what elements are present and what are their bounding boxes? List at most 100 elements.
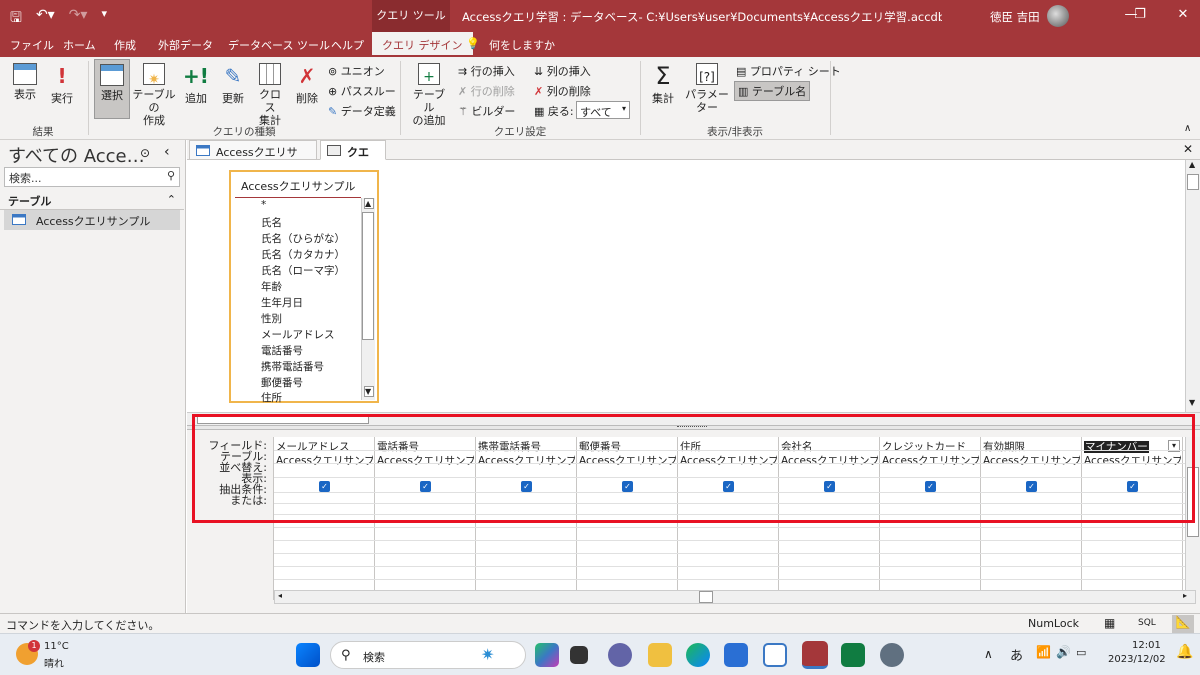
close-document-icon[interactable]: ✕: [1183, 142, 1193, 156]
totals-button[interactable]: Σ 集計: [648, 63, 678, 105]
weather-temp[interactable]: 11°C: [44, 641, 69, 652]
make-table-button[interactable]: ✷ テーブルの 作成: [132, 63, 176, 127]
scroll-up-icon[interactable]: ▲: [364, 198, 374, 209]
copilot-icon[interactable]: [535, 643, 559, 667]
field-list-scrollbar[interactable]: ▲ ▼: [361, 198, 375, 400]
notepad-icon[interactable]: [763, 643, 787, 667]
avatar[interactable]: [1047, 5, 1069, 27]
file-explorer-icon[interactable]: [648, 643, 672, 667]
settings-gear-icon[interactable]: [880, 643, 904, 667]
undo-icon[interactable]: ↶▾: [36, 7, 55, 31]
field-list-item[interactable]: 氏名: [261, 215, 282, 230]
field-list-item[interactable]: *: [261, 199, 266, 211]
collapse-nav-icon[interactable]: ‹: [164, 144, 170, 160]
field-list-window[interactable]: Accessクエリサンプル * 氏名 氏名（ひらがな） 氏名（カタカナ） 氏名（…: [229, 170, 379, 405]
scroll-left-icon[interactable]: ◂: [278, 591, 282, 600]
scroll-thumb[interactable]: [362, 212, 374, 340]
clock-time[interactable]: 12:01: [1132, 640, 1161, 651]
scroll-down-icon[interactable]: ▼: [1189, 398, 1195, 407]
append-button[interactable]: +! 追加: [182, 63, 210, 105]
chevron-up-icon[interactable]: ∧: [984, 647, 993, 661]
excel-app-icon[interactable]: [841, 643, 865, 667]
delete-query-button[interactable]: ✗ 削除: [292, 63, 322, 105]
wifi-icon[interactable]: 📶: [1036, 645, 1051, 659]
field-list-item[interactable]: 氏名（ローマ字）: [261, 263, 345, 278]
nav-item-table[interactable]: Accessクエリサンプル: [4, 210, 180, 230]
store-icon[interactable]: [724, 643, 748, 667]
field-list-item[interactable]: 氏名（カタカナ）: [261, 247, 345, 262]
volume-icon[interactable]: 🔊: [1056, 645, 1071, 659]
insert-rows-button[interactable]: ⇉ 行の挿入: [458, 63, 515, 79]
taskbar-search-box[interactable]: ⚲ 検索 ✷: [330, 641, 526, 669]
tab-table-sample[interactable]: Accessクエリサンプル: [189, 140, 317, 175]
delete-columns-button[interactable]: ✗ 列の削除: [534, 83, 591, 99]
delete-rows-button[interactable]: ✗ 行の削除: [458, 83, 515, 99]
datasheet-view-icon[interactable]: ▦: [1104, 616, 1115, 630]
builder-button[interactable]: ⚚ ビルダー: [458, 103, 515, 119]
field-list-item[interactable]: メールアドレス: [261, 327, 335, 342]
clock-date[interactable]: 2023/12/02: [1108, 654, 1166, 665]
field-list-item[interactable]: 氏名（ひらがな）: [261, 231, 345, 246]
tab-home[interactable]: ホーム: [63, 37, 96, 53]
grid-horizontal-scrollbar[interactable]: ◂ ▸: [274, 590, 1196, 604]
view-button[interactable]: 表示: [8, 63, 42, 101]
collapse-ribbon-icon[interactable]: ∧: [1184, 123, 1191, 134]
field-list-item[interactable]: 住所: [261, 390, 282, 405]
union-button[interactable]: ⊚ ユニオン: [328, 63, 385, 79]
crosstab-button[interactable]: クロス 集計: [254, 63, 286, 127]
add-table-button[interactable]: + テーブル の追加: [408, 63, 450, 127]
sql-view-button[interactable]: SQL: [1138, 618, 1156, 628]
run-button[interactable]: ! 実行: [46, 63, 78, 105]
tab-external-data[interactable]: 外部データ: [158, 37, 213, 53]
teams-chat-icon[interactable]: [608, 643, 632, 667]
update-button[interactable]: ✎ 更新: [218, 63, 248, 105]
parameters-button[interactable]: [?] パラメーター: [682, 63, 732, 114]
nav-category-tables[interactable]: テーブル ⌃: [0, 192, 184, 210]
scroll-thumb[interactable]: [699, 591, 713, 603]
task-view-icon[interactable]: [570, 646, 588, 664]
start-windows-icon[interactable]: [296, 643, 320, 667]
tab-help[interactable]: ヘルプ: [331, 37, 364, 53]
customize-qat-icon[interactable]: ▾: [101, 7, 107, 31]
scroll-down-icon[interactable]: ▼: [364, 386, 374, 397]
insert-columns-button[interactable]: ⇊ 列の挿入: [534, 63, 591, 79]
select-query-button[interactable]: 選択: [94, 59, 130, 119]
battery-icon[interactable]: ▭: [1076, 646, 1086, 659]
data-definition-button[interactable]: ✎ データ定義: [328, 103, 396, 119]
design-view-icon[interactable]: 📐: [1172, 615, 1194, 633]
return-select[interactable]: すべて ▾: [576, 101, 630, 119]
close-button[interactable]: ✕: [1160, 0, 1200, 32]
passthrough-button[interactable]: ⊕ パススルー: [328, 83, 396, 99]
property-sheet-button[interactable]: ▤ プロパティ シート: [736, 63, 841, 79]
tab-query1[interactable]: クエリ1: [320, 140, 386, 175]
edge-browser-icon[interactable]: [686, 643, 710, 667]
scroll-up-icon[interactable]: ▲: [1189, 160, 1195, 169]
restore-button[interactable]: ❐: [1130, 0, 1150, 32]
nav-options-icon[interactable]: ⊙: [140, 146, 150, 160]
tab-database-tools[interactable]: データベース ツール: [228, 37, 330, 53]
tell-me-search[interactable]: 何をしますか: [489, 37, 555, 53]
notification-bell-icon[interactable]: 🔔: [1176, 644, 1193, 660]
search-icon[interactable]: ⚲: [167, 169, 175, 182]
weather-condition[interactable]: 晴れ: [44, 655, 64, 670]
field-list-item[interactable]: 携帯電話番号: [261, 359, 324, 374]
nav-search-input[interactable]: 検索... ⚲: [4, 167, 180, 187]
access-app-icon[interactable]: [802, 641, 828, 669]
field-list-item[interactable]: 性別: [261, 311, 282, 326]
tab-create[interactable]: 作成: [114, 37, 136, 53]
field-list-item[interactable]: 電話番号: [261, 343, 303, 358]
field-list-item[interactable]: 生年月日: [261, 295, 303, 310]
user-name[interactable]: 徳臣 吉田: [990, 9, 1040, 25]
nav-pane-header[interactable]: すべての Acce…: [8, 142, 145, 168]
redo-icon[interactable]: ↷▾: [69, 7, 88, 31]
table-names-button[interactable]: ▥ テーブル名: [734, 81, 811, 101]
field-list-item[interactable]: 郵便番号: [261, 375, 303, 390]
ime-indicator[interactable]: あ: [1010, 645, 1023, 664]
scroll-thumb[interactable]: [1187, 174, 1199, 190]
upper-vertical-scrollbar[interactable]: ▲ ▼: [1185, 160, 1200, 412]
field-list-item[interactable]: 年齢: [261, 279, 282, 294]
tab-query-design[interactable]: クエリ デザイン: [372, 32, 473, 57]
tab-file[interactable]: ファイル: [10, 37, 54, 53]
save-icon[interactable]: 🖫: [10, 7, 22, 31]
scroll-right-icon[interactable]: ▸: [1183, 591, 1187, 600]
